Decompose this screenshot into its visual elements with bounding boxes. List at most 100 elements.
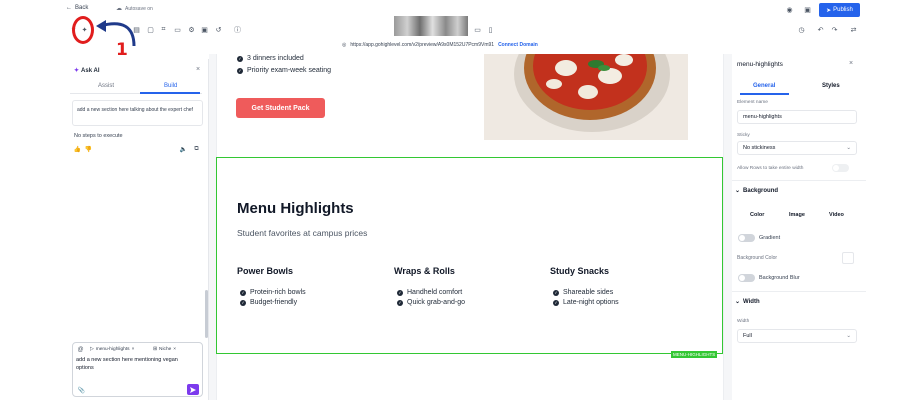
- chip-remove-icon[interactable]: ×: [132, 347, 135, 352]
- menu-highlights-section[interactable]: [216, 157, 723, 354]
- get-student-pack-button[interactable]: Get Student Pack: [236, 98, 325, 118]
- prompt-input-text[interactable]: add a new section here mentioning vegan …: [76, 357, 196, 373]
- column-title[interactable]: Study Snacks: [550, 266, 609, 276]
- gradient-label: Gradient: [759, 235, 781, 241]
- tag-icon: ⊞: [153, 347, 158, 352]
- divider: [732, 180, 866, 181]
- check-icon: ✓: [553, 299, 559, 306]
- close-icon[interactable]: ×: [196, 66, 200, 73]
- connect-domain-link[interactable]: Connect Domain: [498, 42, 538, 48]
- background-section-header[interactable]: ⌄ Background: [735, 187, 778, 195]
- status-text: No steps to execute: [74, 133, 123, 139]
- chip-remove-icon[interactable]: ×: [173, 347, 176, 352]
- tab-general[interactable]: General: [753, 83, 775, 89]
- width-label: Width: [737, 319, 750, 324]
- clock-icon[interactable]: ◷: [796, 24, 807, 35]
- element-name-input[interactable]: menu-highlights: [737, 110, 857, 124]
- canvas-gutter-right: [724, 54, 732, 400]
- ask-ai-title: ✦ Ask AI: [74, 67, 100, 75]
- info-icon[interactable]: ⓘ: [232, 24, 243, 35]
- list-item: ✓ Handheld comfort: [397, 289, 463, 296]
- check-icon: ✓: [397, 289, 403, 296]
- width-section-header[interactable]: ⌄ Width: [735, 298, 760, 306]
- thumbs-down-icon[interactable]: 👎: [83, 144, 94, 155]
- sparkle-icon: ✦: [74, 68, 80, 74]
- at-mention-icon[interactable]: @: [75, 344, 86, 355]
- inspector-title: menu-highlights: [737, 61, 783, 68]
- copy-icon[interactable]: ⧉: [191, 144, 202, 155]
- context-chip-niche[interactable]: ⊞ Niche ×: [153, 347, 176, 352]
- settings-icon[interactable]: ⚙: [186, 24, 197, 35]
- undo-icon[interactable]: ↶: [815, 24, 826, 35]
- list-item: ✓ Late-night options: [553, 299, 619, 306]
- check-icon: ✓: [240, 289, 246, 296]
- canvas-gutter-left: [209, 54, 216, 400]
- list-item: ✓ Budget-friendly: [240, 299, 298, 306]
- bg-blur-toggle[interactable]: [738, 274, 755, 282]
- back-button[interactable]: ← Back: [66, 5, 88, 11]
- cursor-icon: ▷: [90, 347, 94, 352]
- check-icon: ✓: [237, 55, 243, 62]
- list-item: ✓ Quick grab-and-go: [397, 299, 465, 306]
- check-icon: ✓: [397, 299, 403, 306]
- autosave-status: ☁ Autosave on: [116, 5, 153, 13]
- width-select[interactable]: Full ⌄: [737, 329, 857, 343]
- gradient-toggle[interactable]: [738, 234, 755, 242]
- tab-build[interactable]: Build: [164, 83, 177, 89]
- bg-color-label: Background Color: [737, 255, 778, 261]
- bg-color-swatch[interactable]: [842, 252, 854, 264]
- check-icon: ✓: [240, 299, 246, 306]
- divider: [732, 291, 866, 292]
- preview-icon[interactable]: ▣: [199, 24, 210, 35]
- chevron-down-icon: ⌄: [846, 145, 851, 151]
- speaker-icon[interactable]: 🔈: [178, 144, 189, 155]
- section-label-badge: MENU-HIGHLIGHTS: [671, 351, 718, 358]
- list-item: ✓ Priority exam-week seating: [237, 67, 332, 74]
- preview-url-bar: ◎ https://app.gohighlevel.com/v2/preview…: [342, 42, 538, 48]
- attach-icon[interactable]: 📎: [76, 385, 87, 396]
- redo-icon[interactable]: ↷: [829, 24, 840, 35]
- send-button[interactable]: [187, 384, 199, 395]
- blurred-page-title: [394, 16, 468, 36]
- section-title[interactable]: Menu Highlights: [237, 200, 354, 217]
- history-icon[interactable]: ↺: [213, 24, 224, 35]
- thumbs-up-icon[interactable]: 👍: [72, 144, 83, 155]
- panel-scrollbar[interactable]: [205, 290, 208, 338]
- check-icon: ✓: [237, 67, 243, 74]
- column-title[interactable]: Power Bowls: [237, 266, 293, 276]
- arrow-left-icon: ←: [66, 5, 72, 11]
- save-icon[interactable]: ▣: [802, 4, 813, 15]
- tab-assist[interactable]: Assist: [98, 83, 114, 89]
- allow-rows-toggle[interactable]: [832, 164, 849, 172]
- pizza-image: [484, 54, 688, 140]
- column-title[interactable]: Wraps & Rolls: [394, 266, 455, 276]
- inspector-panel: [732, 54, 866, 400]
- bg-tab-image[interactable]: Image: [789, 212, 805, 218]
- eye-icon[interactable]: ◉: [784, 4, 795, 15]
- desktop-view-icon[interactable]: ▭: [472, 24, 483, 35]
- allow-rows-label: Allow Rows to take entire width: [737, 166, 804, 171]
- chevron-down-icon: ⌄: [735, 188, 741, 194]
- sticky-select[interactable]: No stickiness ⌄: [737, 141, 857, 155]
- close-icon[interactable]: ×: [849, 60, 853, 67]
- chevron-down-icon: ⌄: [735, 299, 741, 305]
- context-chip-section[interactable]: ▷ menu-highlights ×: [90, 347, 134, 352]
- bg-tab-color[interactable]: Color: [750, 212, 764, 218]
- list-item: ✓ 3 dinners included: [237, 55, 304, 62]
- media-icon[interactable]: ▭: [172, 24, 183, 35]
- bg-tab-video[interactable]: Video: [829, 212, 844, 218]
- pages-icon[interactable]: ▢: [145, 24, 156, 35]
- bg-blur-label: Background Blur: [759, 275, 800, 281]
- tab-styles[interactable]: Styles: [822, 83, 840, 89]
- sticky-label: Sticky: [737, 133, 750, 138]
- annotation-step-number: 1: [116, 40, 128, 60]
- code-icon[interactable]: ⌗: [158, 24, 169, 35]
- list-item: ✓ Protein-rich bowls: [240, 289, 306, 296]
- list-item: ✓ Shareable sides: [553, 289, 614, 296]
- preview-url-link[interactable]: https://app.gohighlevel.com/v2/preview/A…: [350, 42, 494, 48]
- publish-button[interactable]: ➤ Publish: [819, 3, 860, 17]
- cloud-icon: ☁: [116, 6, 122, 12]
- swap-icon[interactable]: ⇄: [848, 24, 859, 35]
- section-subtitle[interactable]: Student favorites at campus prices: [237, 228, 367, 238]
- mobile-view-icon[interactable]: ▯: [485, 24, 496, 35]
